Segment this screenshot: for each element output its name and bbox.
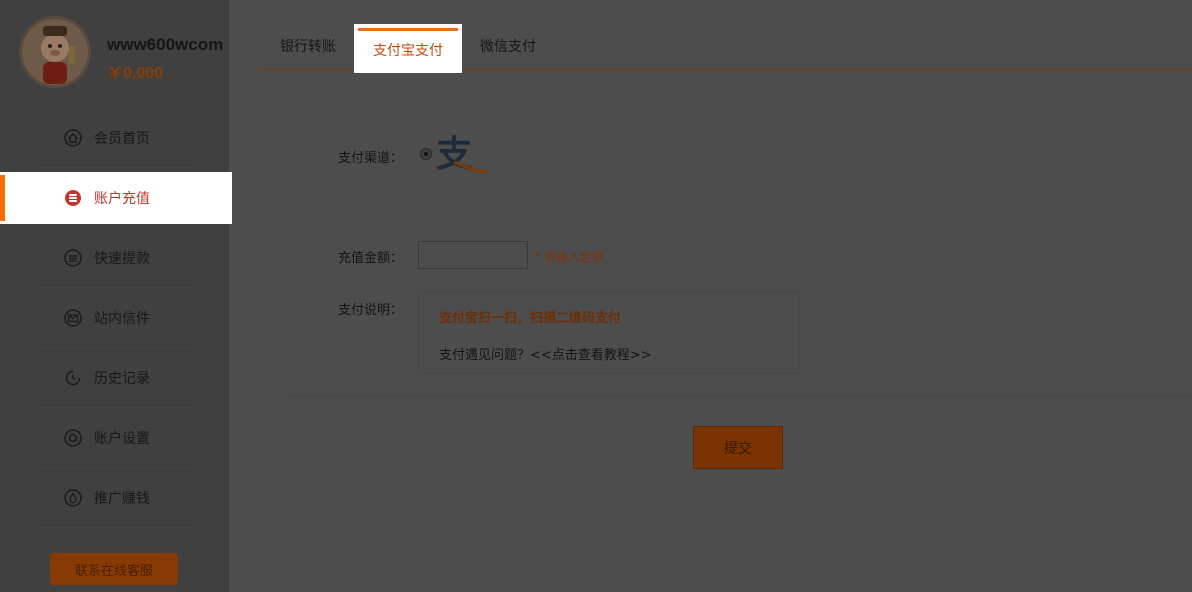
sidebar-menu: 会员首页 账户充值 快速提款 站内信件 历史记录 账户设置 推广赚钱 [0, 108, 232, 528]
sidebar-item-home[interactable]: 会员首页 [0, 108, 229, 168]
sidebar-item-settings[interactable]: 账户设置 [0, 408, 229, 468]
alipay-radio[interactable] [420, 148, 432, 160]
sidebar-item-label: 快速提款 [94, 251, 150, 267]
username: www600wcom [107, 35, 224, 54]
tab-alipay[interactable]: 支付宝支付 [354, 24, 462, 73]
sidebar-item-label: 站内信件 [94, 311, 150, 327]
payment-tabs: 银行转账 支付宝支付 微信支付 [258, 24, 1192, 73]
amount-hint: * 请输入金额 [534, 250, 604, 264]
tab-alipay-label: 支付宝支付 [358, 28, 458, 69]
sidebar-item-messages[interactable]: 站内信件 [0, 288, 229, 348]
description-title: 支付宝扫一扫，扫描二维码支付 [439, 311, 622, 326]
home-icon [64, 129, 82, 147]
sidebar-item-recharge[interactable]: 账户充值 [0, 172, 232, 224]
contact-service-button[interactable]: 联系在线客服 [50, 553, 178, 585]
avatar [19, 16, 91, 88]
sidebar-item-label: 推广赚钱 [94, 491, 150, 507]
description-label: 支付说明： [338, 303, 404, 318]
channel-label: 支付渠道： [338, 151, 404, 166]
amount-input[interactable] [418, 241, 528, 269]
droplet-icon [64, 489, 82, 507]
account-balance: ￥0.000 [107, 65, 164, 82]
sidebar-item-referral[interactable]: 推广赚钱 [0, 468, 229, 528]
tutorial-link[interactable]: 支付遇见问题？<<点击查看教程>> [439, 344, 652, 363]
sidebar-item-label: 历史记录 [94, 371, 150, 387]
sidebar-item-history[interactable]: 历史记录 [0, 348, 229, 408]
sidebar-item-withdraw[interactable]: 快速提款 [0, 228, 229, 288]
tab-bank-transfer[interactable]: 银行转账 [268, 24, 348, 68]
sidebar-item-label: 账户充值 [94, 191, 150, 207]
mail-icon [64, 309, 82, 327]
submit-button[interactable]: 提交 [693, 426, 783, 469]
sidebar-item-label: 账户设置 [94, 431, 150, 447]
coins-icon [64, 189, 82, 207]
divider [288, 395, 1192, 396]
description-box: 支付宝扫一扫，扫描二维码支付 支付遇见问题？<<点击查看教程>> [418, 291, 800, 374]
settings-icon [64, 429, 82, 447]
amount-label: 充值金额： [338, 251, 404, 266]
sidebar: www600wcom ￥0.000 会员首页 账户充值 快速提款 站内信件 历史… [0, 0, 232, 592]
tab-wechat-pay[interactable]: 微信支付 [468, 24, 548, 68]
history-icon [64, 369, 82, 387]
alipay-logo-icon[interactable]: 支 [434, 132, 490, 176]
withdraw-icon [64, 249, 82, 267]
sidebar-item-label: 会员首页 [94, 131, 150, 147]
